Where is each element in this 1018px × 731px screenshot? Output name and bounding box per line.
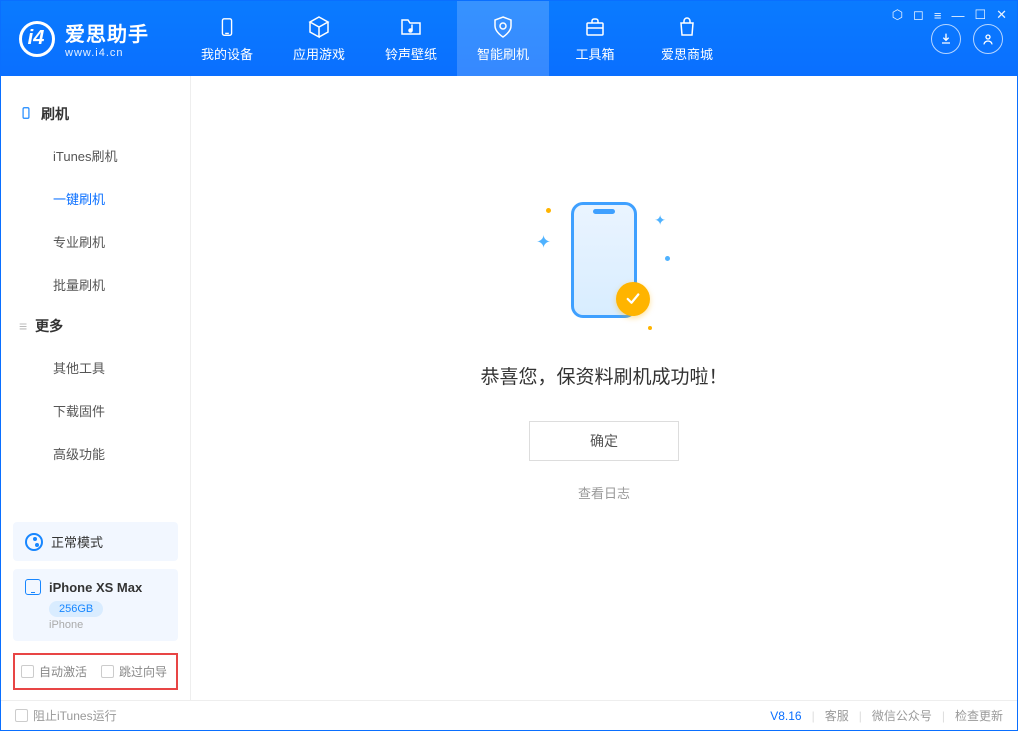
close-button[interactable]: ✕	[996, 7, 1007, 23]
download-button[interactable]	[931, 24, 961, 54]
device-name: iPhone XS Max	[49, 580, 142, 595]
main-tabs: 我的设备 应用游戏 铃声壁纸 智能刷机 工具箱 爱思商城	[181, 1, 733, 76]
sidebar-item-itunes-flash[interactable]: iTunes刷机	[1, 134, 190, 177]
toolbox-icon	[582, 14, 608, 40]
checkbox-icon	[101, 665, 114, 678]
device-storage: 256GB	[49, 601, 103, 617]
checkbox-icon	[21, 665, 34, 678]
sidebar-item-download-firmware[interactable]: 下载固件	[1, 389, 190, 432]
ok-button[interactable]: 确定	[529, 421, 679, 461]
shield-refresh-icon	[490, 14, 516, 40]
tab-store[interactable]: 爱思商城	[641, 1, 733, 76]
header: ⬡ ◻ ≡ — ☐ ✕ i4 爱思助手 www.i4.cn 我的设备 应用游戏	[1, 1, 1017, 76]
user-button[interactable]	[973, 24, 1003, 54]
device-icon	[214, 14, 240, 40]
menu-icon: ≡	[19, 318, 27, 334]
titlebar-controls: ⬡ ◻ ≡ — ☐ ✕	[892, 7, 1007, 23]
device-type: iPhone	[49, 619, 166, 631]
check-badge-icon	[616, 282, 650, 316]
sidebar-item-batch-flash[interactable]: 批量刷机	[1, 263, 190, 306]
tab-toolbox[interactable]: 工具箱	[549, 1, 641, 76]
app-url: www.i4.cn	[65, 47, 149, 59]
sidebar-item-other-tools[interactable]: 其他工具	[1, 346, 190, 389]
titlebar-btn-1[interactable]: ⬡	[892, 7, 903, 23]
footer: 阻止iTunes运行 V8.16 | 客服 | 微信公众号 | 检查更新	[1, 700, 1017, 730]
sidebar: 刷机 iTunes刷机 一键刷机 专业刷机 批量刷机 ≡ 更多 其他工具 下载固…	[1, 76, 191, 700]
logo[interactable]: i4 爱思助手 www.i4.cn	[1, 18, 181, 59]
checkbox-block-itunes[interactable]: 阻止iTunes运行	[15, 707, 117, 724]
store-icon	[674, 14, 700, 40]
device-box[interactable]: iPhone XS Max 256GB iPhone	[13, 569, 178, 641]
titlebar-btn-2[interactable]: ◻	[913, 7, 924, 23]
device-phone-icon	[25, 579, 41, 595]
tab-ringtone-wallpaper[interactable]: 铃声壁纸	[365, 1, 457, 76]
checkbox-icon	[15, 709, 28, 722]
checkbox-auto-activate[interactable]: 自动激活	[21, 663, 87, 680]
success-illustration: ✦ ✦	[524, 194, 684, 334]
support-link[interactable]: 客服	[825, 707, 849, 724]
flash-options-row: 自动激活 跳过向导	[13, 653, 178, 690]
mode-icon	[25, 533, 43, 551]
cube-icon	[306, 14, 332, 40]
sidebar-item-pro-flash[interactable]: 专业刷机	[1, 220, 190, 263]
tab-apps-games[interactable]: 应用游戏	[273, 1, 365, 76]
header-right	[931, 24, 1003, 54]
footer-right: V8.16 | 客服 | 微信公众号 | 检查更新	[770, 707, 1003, 724]
view-log-link[interactable]: 查看日志	[578, 483, 630, 502]
minimize-button[interactable]: —	[951, 8, 964, 23]
maximize-button[interactable]: ☐	[974, 7, 986, 23]
success-message: 恭喜您，保资料刷机成功啦！	[480, 362, 727, 389]
logo-icon: i4	[19, 21, 55, 57]
sidebar-item-advanced[interactable]: 高级功能	[1, 432, 190, 475]
sidebar-section-more: ≡ 更多	[1, 306, 190, 346]
tab-smart-flash[interactable]: 智能刷机	[457, 1, 549, 76]
main-content: ✦ ✦ 恭喜您，保资料刷机成功啦！ 确定 查看日志	[191, 76, 1017, 700]
check-update-link[interactable]: 检查更新	[955, 707, 1003, 724]
music-folder-icon	[398, 14, 424, 40]
sidebar-section-flash: 刷机	[1, 94, 190, 134]
mode-label: 正常模式	[51, 532, 103, 551]
sidebar-bottom: 正常模式 iPhone XS Max 256GB iPhone 自动激活	[1, 514, 190, 700]
body: 刷机 iTunes刷机 一键刷机 专业刷机 批量刷机 ≡ 更多 其他工具 下载固…	[1, 76, 1017, 700]
mode-box[interactable]: 正常模式	[13, 522, 178, 561]
logo-text: 爱思助手 www.i4.cn	[65, 18, 149, 59]
version-label[interactable]: V8.16	[770, 709, 801, 723]
tab-my-device[interactable]: 我的设备	[181, 1, 273, 76]
checkbox-skip-guide[interactable]: 跳过向导	[101, 663, 167, 680]
phone-icon	[19, 106, 33, 123]
titlebar-btn-3[interactable]: ≡	[934, 8, 942, 23]
app-name: 爱思助手	[65, 18, 149, 47]
wechat-link[interactable]: 微信公众号	[872, 707, 932, 724]
sidebar-item-oneclick-flash[interactable]: 一键刷机	[1, 177, 190, 220]
app-window: ⬡ ◻ ≡ — ☐ ✕ i4 爱思助手 www.i4.cn 我的设备 应用游戏	[0, 0, 1018, 731]
